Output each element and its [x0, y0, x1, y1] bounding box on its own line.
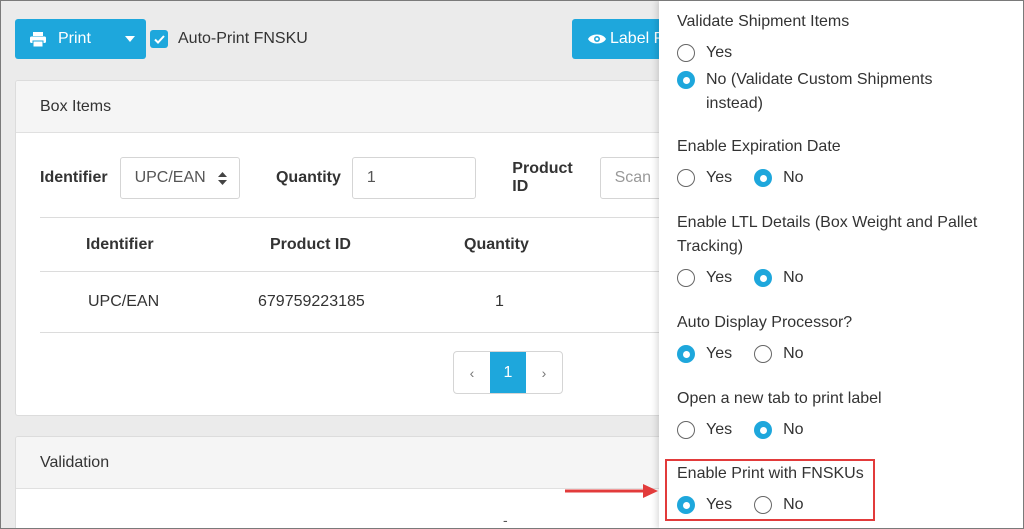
table-row[interactable]: UPC/EAN 679759223185 1 [40, 272, 674, 333]
print-dropdown-toggle[interactable] [113, 19, 146, 59]
table-header: Identifier Product ID Quantity [40, 217, 674, 272]
quantity-input[interactable]: 1 [351, 157, 477, 199]
radio-button-selected[interactable] [677, 496, 695, 514]
radio-button-selected[interactable] [677, 345, 695, 363]
option-label: Yes [706, 345, 733, 362]
print-fnsku-yes[interactable]: Yes [677, 496, 732, 514]
box-items-card: Box Items Identifier UPC/EAN Quantity 1 … [15, 80, 675, 416]
ltl-no[interactable]: No [754, 269, 804, 287]
identifier-select-value: UPC/EAN [134, 169, 206, 186]
row-identifier: UPC/EAN [88, 293, 160, 310]
box-items-filters: Identifier UPC/EAN Quantity 1 Product ID… [40, 157, 674, 199]
ltl-details-options: Yes No [677, 269, 826, 287]
print-label: Print [58, 30, 91, 47]
option-label: No [783, 169, 804, 186]
header-identifier: Identifier [86, 235, 154, 253]
new-tab-no[interactable]: No [754, 421, 804, 439]
check-icon [153, 34, 165, 44]
new-tab-options: Yes No [677, 421, 826, 439]
radio-button-selected[interactable] [754, 421, 773, 439]
row-product-id: 679759223185 [258, 293, 365, 310]
arrow-right-icon [565, 484, 658, 498]
validation-title: Validation [40, 453, 110, 471]
print-fnsku-title: Enable Print with FNSKUs [677, 465, 864, 482]
expiration-yes[interactable]: Yes [677, 169, 732, 187]
option-label: Yes [706, 169, 733, 186]
radio-button[interactable] [677, 269, 695, 287]
radio-button[interactable] [677, 169, 695, 187]
validate-shipment-title: Validate Shipment Items [677, 13, 850, 30]
settings-panel: Validate Shipment Items Yes No (Validate… [659, 0, 1024, 529]
option-label: Yes [706, 44, 733, 61]
box-items-table: Identifier Product ID Quantity UPC/EAN 6… [40, 217, 674, 333]
option-label: No [783, 421, 804, 438]
expiration-date-title: Enable Expiration Date [677, 138, 841, 155]
new-tab-print-title: Open a new tab to print label [677, 390, 882, 407]
expiration-date-options: Yes No [677, 169, 826, 187]
sort-arrows-icon [217, 171, 227, 185]
radio-button[interactable] [754, 345, 773, 363]
box-items-header: Box Items [16, 81, 674, 133]
validation-dash: - [503, 512, 508, 528]
caret-down-icon [124, 36, 135, 42]
quantity-input-value: 1 [366, 169, 376, 186]
validate-shipment-no[interactable]: No (Validate Custom Shipments instead) [677, 68, 966, 116]
box-items-title: Box Items [40, 97, 112, 115]
pagination-next[interactable]: › [526, 352, 562, 393]
product-id-placeholder: Scan [614, 169, 652, 186]
option-label: Yes [706, 269, 733, 286]
label-preview-button[interactable]: Label P [572, 19, 662, 59]
print-button[interactable]: Print [15, 19, 146, 59]
option-label: No [783, 496, 804, 513]
validate-shipment-yes[interactable]: Yes [677, 44, 732, 62]
auto-display-no[interactable]: No [754, 345, 804, 363]
radio-button[interactable] [677, 44, 695, 62]
auto-display-options: Yes No [677, 345, 826, 363]
pagination: ‹ 1 › [453, 351, 563, 394]
radio-button[interactable] [754, 496, 773, 514]
auto-display-processor-title: Auto Display Processor? [677, 314, 853, 331]
pagination-prev[interactable]: ‹ [454, 352, 490, 393]
header-product-id: Product ID [270, 235, 351, 253]
identifier-label: Identifier [40, 169, 108, 186]
option-label: Yes [706, 421, 733, 438]
auto-display-yes[interactable]: Yes [677, 345, 732, 363]
print-main[interactable]: Print [15, 19, 113, 59]
radio-button-selected[interactable] [677, 71, 695, 89]
eye-icon [588, 34, 606, 44]
option-label: No [783, 269, 804, 286]
expiration-no[interactable]: No [754, 169, 804, 187]
option-label: No (Validate Custom Shipments instead) [706, 71, 933, 112]
auto-print-toggle[interactable]: Auto-Print FNSKU [150, 30, 308, 48]
radio-button[interactable] [677, 421, 695, 439]
quantity-label: Quantity [275, 169, 341, 186]
ltl-yes[interactable]: Yes [677, 269, 732, 287]
radio-button-selected[interactable] [754, 169, 773, 187]
label-button-text: Label P [610, 30, 662, 47]
identifier-select[interactable]: UPC/EAN [119, 157, 240, 199]
pagination-page-1[interactable]: 1 [490, 352, 526, 393]
option-label: Yes [706, 496, 733, 513]
print-fnsku-options: Yes No [677, 496, 826, 514]
auto-print-checkbox[interactable] [150, 30, 168, 48]
new-tab-yes[interactable]: Yes [677, 421, 732, 439]
printer-icon [30, 31, 46, 47]
ltl-details-title: Enable LTL Details (Box Weight and Palle… [677, 214, 978, 255]
header-quantity: Quantity [464, 235, 529, 253]
radio-button-selected[interactable] [754, 269, 773, 287]
product-id-label: Product ID [512, 160, 573, 195]
print-fnsku-no[interactable]: No [754, 496, 804, 514]
row-quantity: 1 [495, 293, 504, 310]
option-label: No [783, 345, 804, 362]
auto-print-label: Auto-Print FNSKU [178, 30, 308, 47]
